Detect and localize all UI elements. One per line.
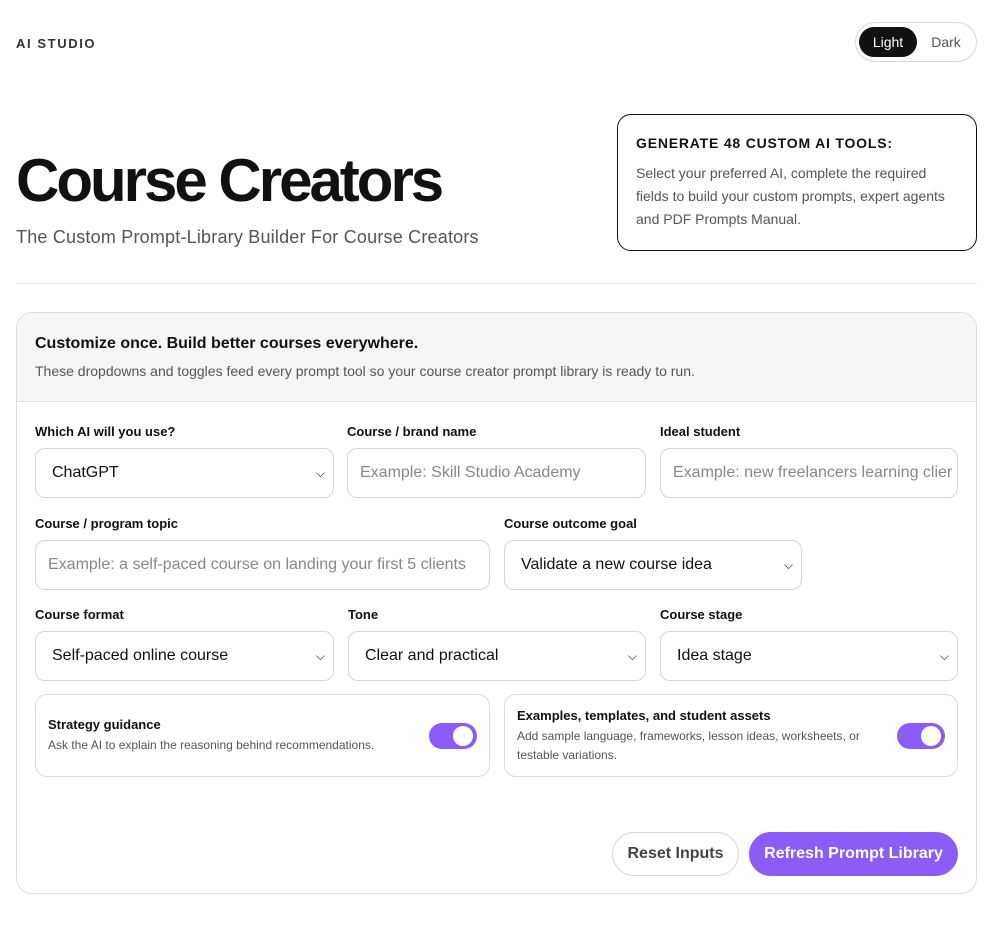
strategy-toggle-card: Strategy guidance Ask the AI to explain … <box>35 694 490 777</box>
toggle-knob <box>921 726 941 746</box>
theme-toggle: Light Dark <box>855 22 977 62</box>
format-value: Self-paced online course <box>52 647 229 664</box>
topic-input[interactable]: Example: a self-paced course on landing … <box>35 540 490 590</box>
chevron-down-icon: ⌵ <box>315 649 325 663</box>
ideal-student-input[interactable]: Example: new freelancers learning clier <box>660 448 958 498</box>
strategy-toggle-title: Strategy guidance <box>48 717 161 732</box>
toggle-knob <box>453 726 473 746</box>
generate-info-title: GENERATE 48 CUSTOM AI TOOLS: <box>636 135 893 151</box>
chevron-down-icon: ⌵ <box>627 649 637 663</box>
settings-card-title: Customize once. Build better courses eve… <box>35 335 419 352</box>
settings-card: Customize once. Build better courses eve… <box>16 312 977 894</box>
outcome-goal-label: Course outcome goal <box>504 516 637 531</box>
stage-select[interactable]: Idea stage ⌵ <box>660 631 958 681</box>
tone-select[interactable]: Clear and practical ⌵ <box>348 631 646 681</box>
tone-value: Clear and practical <box>365 647 499 664</box>
ai-select-label: Which AI will you use? <box>35 424 176 439</box>
format-select[interactable]: Self-paced online course ⌵ <box>35 631 334 681</box>
strategy-toggle-description: Ask the AI to explain the reasoning behi… <box>48 738 375 752</box>
examples-toggle-title: Examples, templates, and student assets <box>517 708 771 723</box>
section-divider <box>16 283 977 284</box>
examples-toggle-switch[interactable] <box>897 723 945 749</box>
examples-toggle-card: Examples, templates, and student assets … <box>504 694 958 777</box>
ai-select-value: ChatGPT <box>52 464 119 481</box>
examples-toggle-description: Add sample language, frameworks, lesson … <box>517 729 860 762</box>
outcome-goal-select[interactable]: Validate a new course idea ⌵ <box>504 540 802 590</box>
topic-label: Course / program topic <box>35 516 179 531</box>
generate-info-box: GENERATE 48 CUSTOM AI TOOLS: Select your… <box>617 114 977 251</box>
chevron-down-icon: ⌵ <box>315 466 325 480</box>
format-label: Course format <box>35 607 124 622</box>
stage-label: Course stage <box>660 607 743 622</box>
strategy-toggle-switch[interactable] <box>429 723 477 749</box>
refresh-library-button[interactable]: Refresh Prompt Library <box>749 832 958 876</box>
ai-select[interactable]: ChatGPT ⌵ <box>35 448 334 498</box>
stage-value: Idea stage <box>677 647 752 664</box>
brand-logo-text: AI STUDIO <box>16 36 97 51</box>
page-title: Course Creators <box>16 147 444 214</box>
page-subtitle: The Custom Prompt-Library Builder For Co… <box>16 227 479 247</box>
outcome-goal-value: Validate a new course idea <box>521 556 712 573</box>
tone-label: Tone <box>348 607 379 622</box>
generate-info-text: Select your preferred AI, complete the r… <box>636 165 945 227</box>
chevron-down-icon: ⌵ <box>939 649 949 663</box>
reset-inputs-button[interactable]: Reset Inputs <box>612 832 739 876</box>
settings-card-description: These dropdowns and toggles feed every p… <box>35 363 695 379</box>
theme-light-button[interactable]: Light <box>859 27 917 57</box>
chevron-down-icon: ⌵ <box>783 558 793 572</box>
brand-name-input[interactable]: Example: Skill Studio Academy <box>347 448 646 498</box>
theme-dark-button[interactable]: Dark <box>920 27 972 57</box>
settings-card-header: Customize once. Build better courses eve… <box>17 313 976 402</box>
ideal-student-label: Ideal student <box>660 424 741 439</box>
brand-name-label: Course / brand name <box>347 424 477 439</box>
